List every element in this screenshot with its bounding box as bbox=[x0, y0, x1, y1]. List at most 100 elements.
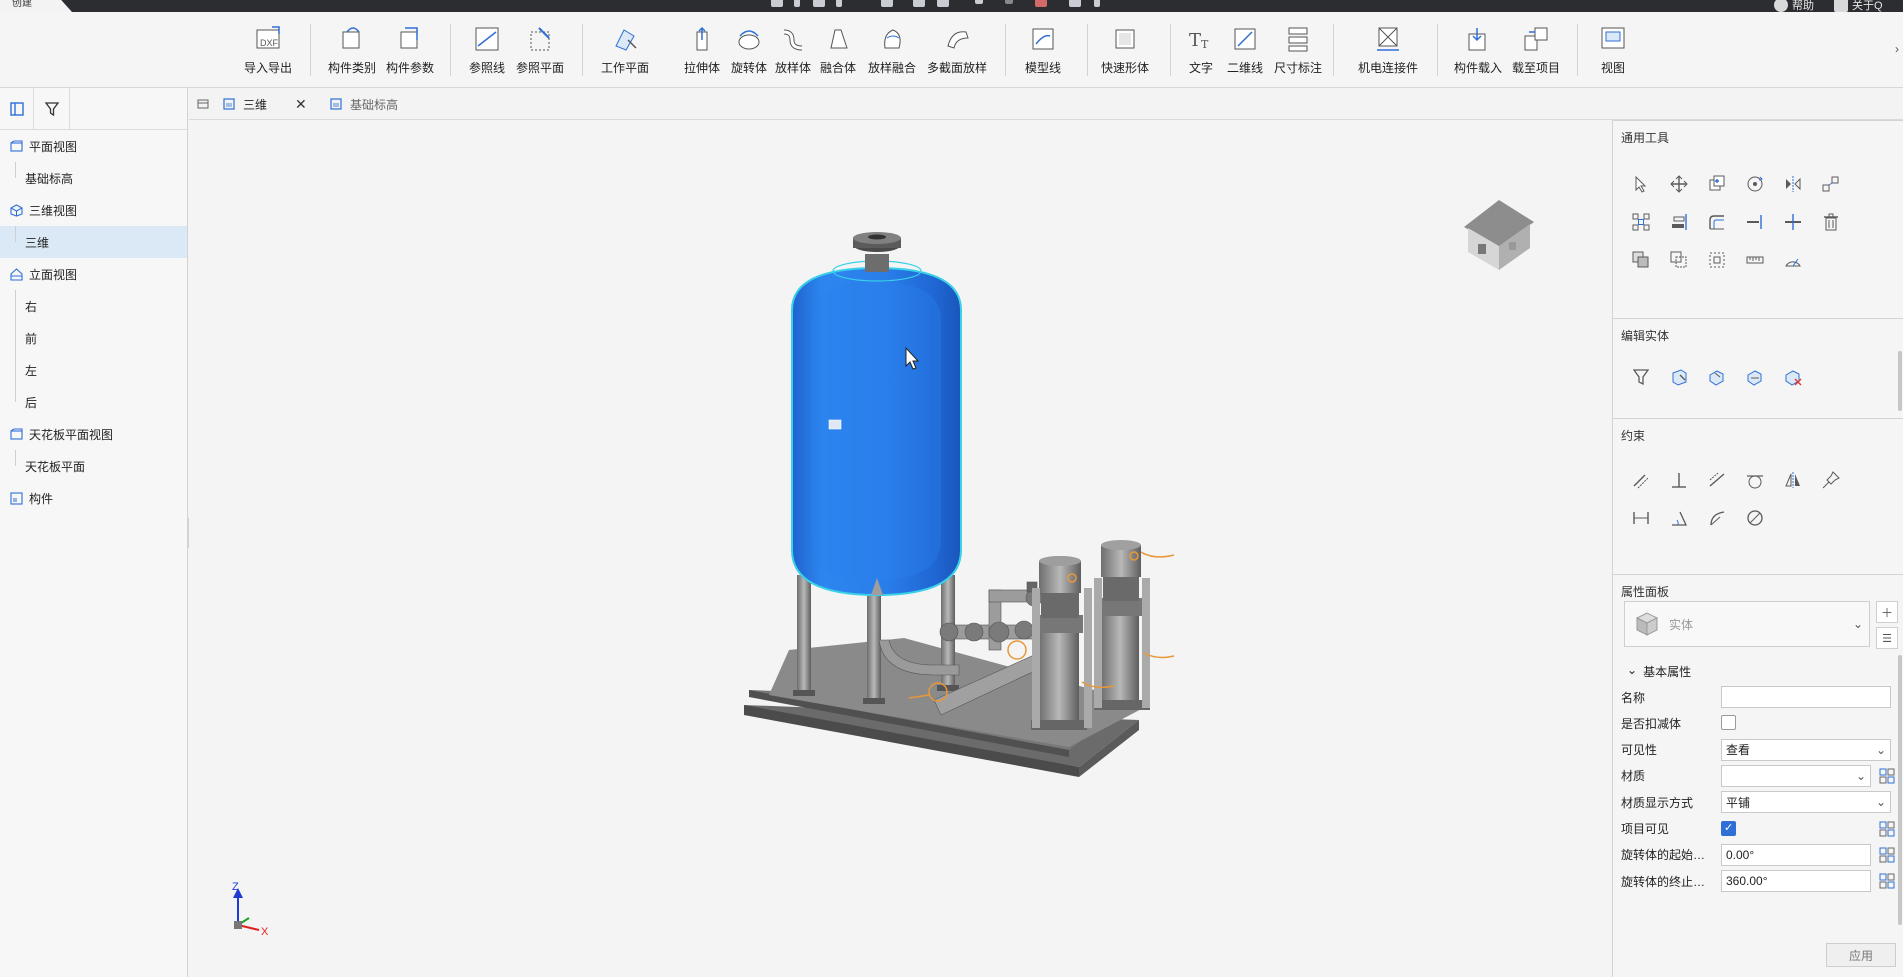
type-list-button[interactable]: ☰ bbox=[1876, 627, 1898, 649]
prop-material-select[interactable]: ⌄ bbox=[1721, 764, 1871, 787]
offset-icon[interactable] bbox=[1706, 211, 1728, 233]
ribbon-scroll-right-icon[interactable]: › bbox=[1895, 42, 1899, 56]
prop-rev_end-input[interactable] bbox=[1721, 870, 1871, 893]
import-export-button[interactable]: DXF 导入导出 bbox=[244, 24, 292, 76]
associate-param-icon[interactable] bbox=[1879, 847, 1895, 863]
prop-name-input[interactable] bbox=[1721, 686, 1891, 708]
panel-toggle-icon[interactable] bbox=[0, 88, 34, 130]
model-line-button[interactable]: 模型线 bbox=[1025, 24, 1061, 76]
associate-param-icon[interactable] bbox=[1879, 768, 1895, 784]
angle-measure-icon[interactable] bbox=[1782, 249, 1804, 271]
tab-create[interactable]: 创建 bbox=[0, 0, 72, 12]
cut-solid-icon[interactable] bbox=[1744, 366, 1766, 388]
qa-dropdown2-icon[interactable] bbox=[832, 0, 846, 12]
trim-icon[interactable] bbox=[1744, 211, 1766, 233]
quick-shape-button[interactable]: 快速形体 bbox=[1101, 24, 1149, 76]
filter-icon[interactable] bbox=[34, 88, 70, 130]
radius-icon[interactable] bbox=[1706, 507, 1728, 529]
reference-line-button[interactable]: 参照线 bbox=[469, 24, 505, 76]
tree-group[interactable]: 天花板平面视图 bbox=[0, 418, 187, 450]
mep-connector-button[interactable]: 机电连接件 bbox=[1358, 24, 1418, 76]
tree-group[interactable]: 三维视图 bbox=[0, 194, 187, 226]
tab-base-level[interactable]: 基础标高 bbox=[330, 88, 398, 120]
tree-item[interactable]: 三维 bbox=[0, 226, 187, 258]
tab-3d[interactable]: 三维 ✕ bbox=[223, 88, 307, 120]
qa-dropdown-icon[interactable] bbox=[790, 0, 804, 12]
tree-item[interactable]: 基础标高 bbox=[0, 162, 187, 194]
load-component-button[interactable]: 构件载入 bbox=[1454, 24, 1502, 76]
lock-icon[interactable] bbox=[828, 419, 842, 430]
component-category-button[interactable]: 构件类别 bbox=[328, 24, 376, 76]
tree-item[interactable]: 左 bbox=[0, 354, 187, 386]
tabs-menu-icon[interactable] bbox=[197, 88, 209, 120]
add-type-button[interactable]: ＋ bbox=[1876, 601, 1898, 623]
prop-material_display-select[interactable]: 平铺 ⌄ bbox=[1721, 791, 1891, 814]
mirror-icon[interactable] bbox=[1782, 173, 1804, 195]
basic-props-section[interactable]: ⌄ 基本属性 bbox=[1627, 663, 1691, 680]
close-tab-icon[interactable]: ✕ bbox=[295, 96, 307, 113]
multi-section-sweep-button[interactable]: 多截面放样 bbox=[927, 24, 987, 76]
2d-line-button[interactable]: 二维线 bbox=[1227, 24, 1263, 76]
qa-new-icon[interactable] bbox=[770, 0, 784, 12]
qa-open-icon[interactable] bbox=[812, 0, 826, 12]
sweep-button[interactable]: 放样体 bbox=[775, 24, 811, 76]
tree-group[interactable]: 构件 bbox=[0, 482, 187, 514]
delete-icon[interactable] bbox=[1820, 211, 1842, 233]
symmetric-icon[interactable] bbox=[1782, 469, 1804, 491]
prop-project_visible-checkbox[interactable] bbox=[1721, 820, 1736, 836]
perpendicular-icon[interactable] bbox=[1668, 469, 1690, 491]
component-params-button[interactable]: 构件参数 bbox=[386, 24, 434, 76]
move-icon[interactable] bbox=[1668, 173, 1690, 195]
prop-rev_start-input[interactable] bbox=[1721, 843, 1871, 866]
array-icon[interactable] bbox=[1630, 211, 1652, 233]
align-icon[interactable] bbox=[1668, 211, 1690, 233]
tangent-icon[interactable] bbox=[1744, 469, 1766, 491]
pump-right[interactable] bbox=[1094, 540, 1150, 710]
swept-blend-button[interactable]: 放样融合 bbox=[868, 24, 916, 76]
join-solid-icon[interactable] bbox=[1706, 366, 1728, 388]
blend-button[interactable]: 融合体 bbox=[820, 24, 856, 76]
angle-icon[interactable] bbox=[1668, 507, 1690, 529]
load-to-project-button[interactable]: 载至项目 bbox=[1512, 24, 1560, 76]
qa-display-icon[interactable] bbox=[1068, 0, 1082, 12]
qa-save-icon[interactable] bbox=[880, 0, 894, 12]
diameter-icon[interactable] bbox=[1744, 507, 1766, 529]
select-icon[interactable] bbox=[1630, 173, 1652, 195]
qa-measure-icon[interactable] bbox=[1034, 0, 1048, 12]
tree-item[interactable]: 前 bbox=[0, 322, 187, 354]
edit-solid-scrollbar[interactable] bbox=[1898, 351, 1902, 411]
unjoin-solid-icon[interactable] bbox=[1782, 366, 1804, 388]
collinear-icon[interactable] bbox=[1706, 469, 1728, 491]
properties-scrollbar[interactable] bbox=[1898, 655, 1902, 925]
distance-icon[interactable] bbox=[1630, 507, 1652, 529]
parallel-icon[interactable] bbox=[1630, 469, 1652, 491]
ungroup-icon[interactable] bbox=[1668, 249, 1690, 271]
dimension-button[interactable]: 尺寸标注 bbox=[1274, 24, 1322, 76]
scale-icon[interactable] bbox=[1820, 173, 1842, 195]
split-icon[interactable] bbox=[1782, 211, 1804, 233]
3d-model-canvas[interactable]: Z X bbox=[189, 120, 1612, 977]
tree-group[interactable]: 平面视图 bbox=[0, 130, 187, 162]
pressure-tank[interactable] bbox=[791, 232, 962, 597]
qa-print-icon[interactable] bbox=[936, 0, 950, 12]
work-plane-button[interactable]: 工作平面 bbox=[601, 24, 649, 76]
fix-icon[interactable] bbox=[1820, 469, 1842, 491]
type-selector[interactable]: 实体 ⌄ bbox=[1624, 601, 1870, 647]
text-button[interactable]: T T 文字 bbox=[1186, 24, 1216, 76]
tree-item[interactable]: 后 bbox=[0, 386, 187, 418]
copy-icon[interactable] bbox=[1706, 173, 1728, 195]
qa-dropdown3-icon[interactable] bbox=[1090, 0, 1104, 12]
edit-solid-icon[interactable] bbox=[1668, 366, 1690, 388]
measure-icon[interactable] bbox=[1744, 249, 1766, 271]
prop-visibility-select[interactable]: 查看 ⌄ bbox=[1721, 738, 1891, 761]
revolve-button[interactable]: 旋转体 bbox=[731, 24, 767, 76]
extrude-button[interactable]: 拉伸体 bbox=[684, 24, 720, 76]
prop-void-checkbox[interactable] bbox=[1721, 715, 1736, 731]
rotate-icon[interactable] bbox=[1744, 173, 1766, 195]
qa-redo-icon[interactable] bbox=[1002, 0, 1016, 12]
associate-param-icon[interactable] bbox=[1879, 873, 1895, 889]
apply-button[interactable]: 应用 bbox=[1826, 943, 1896, 967]
filter-icon[interactable] bbox=[1630, 366, 1652, 388]
view-cube-home-icon[interactable] bbox=[1454, 192, 1544, 272]
tree-group[interactable]: 立面视图 bbox=[0, 258, 187, 290]
